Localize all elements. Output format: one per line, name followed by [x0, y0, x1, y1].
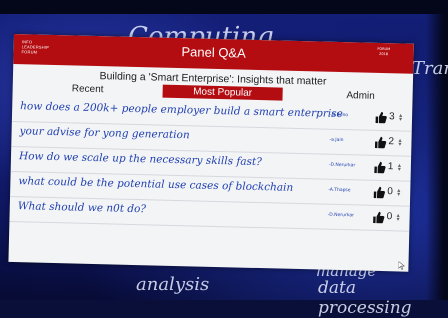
question-text: What should we n0t do?	[17, 200, 147, 216]
vote-count: 0	[386, 211, 393, 223]
tab-most-popular[interactable]: Most Popular	[162, 84, 283, 101]
vote-control[interactable]: 1 ▲ ▼	[373, 161, 407, 176]
question-author: -D.Nerurkar	[328, 162, 356, 169]
vote-control[interactable]: 2 ▲ ▼	[373, 136, 407, 151]
event-logo-right: FORUM 2018	[377, 46, 391, 57]
thumbs-up-icon[interactable]	[374, 111, 387, 124]
vote-count: 1	[387, 161, 394, 173]
thumbs-up-icon[interactable]	[371, 211, 385, 224]
thumbs-up-icon[interactable]	[373, 161, 386, 174]
sort-arrows-icon: ▲ ▼	[398, 112, 403, 122]
vote-control[interactable]: 0 ▲ ▼	[371, 211, 405, 226]
question-author: -a.Jain	[329, 137, 344, 144]
sort-arrows-icon: ▲ ▼	[397, 162, 402, 172]
thumbs-up-icon[interactable]	[373, 136, 387, 149]
question-text: your advise for yong generation	[19, 125, 190, 142]
backdrop-word-data-processing: data processing	[318, 278, 412, 318]
vote-count: 0	[387, 186, 393, 198]
backdrop-word-trans: Trans	[412, 58, 448, 79]
question-author: -D.Bono	[330, 112, 349, 119]
tab-recent[interactable]: Recent	[23, 81, 153, 97]
sort-arrows-icon: ▲ ▼	[396, 212, 400, 222]
vote-control[interactable]: 0 ▲ ▼	[372, 186, 406, 201]
vote-control[interactable]: 3 ▲ ▼	[374, 111, 408, 126]
panel-title: Panel Q&A	[181, 44, 246, 61]
question-text: how does a 200k+ people employer build a…	[20, 100, 343, 121]
mouse-cursor-icon	[398, 261, 405, 270]
tab-admin[interactable]: Admin	[330, 89, 390, 103]
sort-arrows-icon: ▲ ▼	[397, 187, 401, 197]
qa-panel: INFO LEADERSHIP FORUM Panel Q&A FORUM 20…	[8, 34, 414, 272]
stage-right-edge	[426, 0, 448, 300]
sort-arrows-icon: ▲ ▼	[398, 137, 402, 147]
vote-count: 2	[388, 136, 395, 148]
vote-count: 3	[388, 111, 395, 123]
question-text: How do we scale up the necessary skills …	[18, 150, 262, 169]
backdrop-word-analysis: analysis	[136, 274, 210, 295]
stage-top-edge	[0, 0, 448, 14]
thumbs-up-icon[interactable]	[372, 186, 385, 199]
question-text: what could be the potential use cases of…	[18, 175, 294, 194]
question-author: -A.Thapse	[328, 187, 351, 194]
question-list: how does a 200k+ people employer build a…	[9, 96, 413, 232]
question-author: -D.Nerurkar	[327, 212, 355, 219]
